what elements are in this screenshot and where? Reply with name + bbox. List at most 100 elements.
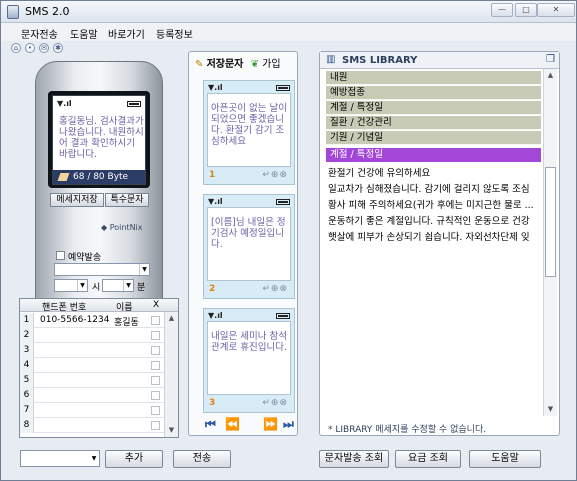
table-row[interactable]: 3: [20, 343, 164, 358]
library-message[interactable]: 일교차가 심해졌습니다. 감기에 걸리지 않도록 조심: [328, 181, 542, 195]
saved-messages-panel: ✎ 저장문자 ❦ 가입 ▼.ıl 아픈곳이 없는 날이 되었으면 좋겠습니다. …: [188, 51, 298, 436]
table-row[interactable]: 1 010-5566-1234 홍길동: [20, 313, 164, 328]
byte-counter-text: 68 / 80 Byte: [73, 172, 129, 182]
battery-icon: [276, 313, 290, 319]
reserve-date-select[interactable]: ▼: [54, 263, 150, 276]
table-scrollbar[interactable]: ▲ ▼: [164, 312, 178, 437]
battery-icon: [127, 101, 141, 107]
saved-tabs: ✎ 저장문자 ❦ 가입: [195, 55, 281, 70]
sms-library-panel: ▥ SMS LIBRARY ❐ 내원 예방접종 계절 / 특정일 질환 / 건강…: [319, 51, 560, 436]
saved-message-card[interactable]: ▼.ıl 아픈곳이 없는 날이 되었으면 좋겠습니다. 환절기 감기 조심하세요…: [203, 80, 295, 185]
table-row[interactable]: 2: [20, 328, 164, 343]
delete-checkbox[interactable]: [151, 346, 160, 355]
user-icon[interactable]: •: [25, 43, 35, 53]
library-title: SMS LIBRARY: [342, 55, 418, 66]
close-button[interactable]: ✕: [537, 3, 575, 17]
prev-page-icon[interactable]: ⏪: [225, 417, 240, 431]
table-row[interactable]: 6: [20, 388, 164, 403]
delete-checkbox[interactable]: [151, 361, 160, 370]
byte-counter: 68 / 80 Byte: [53, 170, 145, 184]
fee-inquiry-button[interactable]: 요금 조회: [395, 450, 461, 468]
last-page-icon[interactable]: ⏭: [283, 417, 294, 432]
library-scrollbar[interactable]: ▲ ▼: [543, 69, 557, 416]
name-cell[interactable]: 홍길동: [114, 315, 139, 328]
row-number: 6: [20, 388, 34, 403]
home-icon[interactable]: ⌂: [11, 43, 21, 53]
minute-select[interactable]: ▼: [102, 279, 134, 292]
library-message[interactable]: 햇살에 피부가 손상되기 쉽습니다. 자외선차단제 잊: [328, 229, 542, 243]
delete-checkbox[interactable]: [151, 406, 160, 415]
library-note: * LIBRARY 메세지를 수정할 수 없습니다.: [328, 425, 487, 435]
delete-checkbox[interactable]: [151, 421, 160, 430]
column-name: 이름: [116, 303, 133, 313]
hour-select[interactable]: ▼: [54, 279, 88, 292]
help-button[interactable]: 도움말: [469, 450, 541, 468]
delete-checkbox[interactable]: [151, 331, 160, 340]
library-category[interactable]: 기원 / 기념일: [326, 131, 541, 145]
special-char-button[interactable]: 특수문자: [105, 193, 149, 207]
row-number: 7: [20, 403, 34, 418]
library-category[interactable]: 예방접종: [326, 86, 541, 100]
saved-message-card[interactable]: ▼.ıl [이름]님 내일은 정기검사 예정일입니다. 2 ↵⊕⊗: [203, 194, 295, 299]
group-select[interactable]: ▼: [20, 450, 100, 467]
send-button[interactable]: 전송: [173, 450, 231, 468]
library-category[interactable]: 질환 / 건강관리: [326, 116, 541, 130]
tab-saved[interactable]: 저장문자: [207, 59, 244, 70]
book-icon: ▥: [326, 54, 336, 65]
sent-history-button[interactable]: 문자발송 조회: [319, 450, 389, 468]
delete-checkbox[interactable]: [151, 316, 160, 325]
message-actions[interactable]: ↵⊕⊗: [262, 170, 288, 180]
library-category[interactable]: 내원: [326, 71, 541, 85]
library-category[interactable]: 계절 / 특정일: [326, 101, 541, 115]
maximize-button[interactable]: □: [515, 3, 537, 17]
library-message[interactable]: 환절기 건강에 유의하세요: [328, 165, 542, 179]
scroll-thumb[interactable]: [545, 167, 556, 277]
tab-join[interactable]: 가입: [262, 59, 280, 70]
menu-properties[interactable]: 등록정보: [156, 26, 193, 41]
library-selected-category[interactable]: 계절 / 특정일: [326, 148, 541, 162]
phone-screen[interactable]: ▼.ıl 홍길동님. 검사결과가 나왔습니다. 내원하시어 결과 확인하시기 바…: [52, 95, 146, 185]
save-message-button[interactable]: 메세지저장: [50, 193, 104, 207]
library-message[interactable]: 운동하기 좋은 계절입니다. 규칙적인 운동으로 건강: [328, 213, 542, 227]
reserve-checkbox[interactable]: [56, 251, 65, 260]
signal-icon: ▼.ıl: [208, 197, 223, 206]
library-header: ▥ SMS LIBRARY ❐: [320, 52, 559, 69]
scroll-up-icon[interactable]: ▲: [166, 313, 177, 324]
table-row[interactable]: 5: [20, 373, 164, 388]
table-row[interactable]: 8: [20, 418, 164, 433]
scroll-down-icon[interactable]: ▼: [166, 425, 177, 436]
row-number: 5: [20, 373, 34, 388]
row-number: 3: [20, 343, 34, 358]
scroll-down-icon[interactable]: ▼: [545, 404, 556, 415]
minimize-button[interactable]: —: [491, 3, 513, 17]
menu-help[interactable]: 도움말: [70, 26, 98, 41]
row-number: 4: [20, 358, 34, 373]
next-page-icon[interactable]: ⏩: [263, 417, 278, 431]
signal-icon: ▼.ıl: [208, 83, 223, 92]
phone-cell[interactable]: 010-5566-1234: [40, 315, 109, 325]
phone-app-icon: [7, 5, 19, 19]
table-row[interactable]: 7: [20, 403, 164, 418]
title-bar: SMS 2.0 — □ ✕: [1, 1, 576, 23]
add-button[interactable]: 추가: [105, 450, 163, 468]
message-actions[interactable]: ↵⊕⊗: [262, 398, 288, 408]
delete-checkbox[interactable]: [151, 391, 160, 400]
saved-message-card[interactable]: ▼.ıl 내일은 세미나 참석관계로 휴진입니다. 3 ↵⊕⊗: [203, 308, 295, 413]
delete-checkbox[interactable]: [151, 376, 160, 385]
first-page-icon[interactable]: ⏮: [205, 417, 216, 432]
library-message[interactable]: 황사 피해 주의하세요(귀가 후에는 미지근한 물로 ...: [328, 197, 542, 211]
row-number: 8: [20, 418, 34, 433]
message-icon[interactable]: ✉: [39, 43, 49, 53]
settings-icon[interactable]: ✱: [53, 43, 63, 53]
column-delete: X: [153, 300, 160, 310]
menu-send[interactable]: 문자전송: [21, 26, 58, 41]
row-number: 2: [20, 328, 34, 343]
reserve-label: 예약발송: [68, 253, 102, 263]
menu-shortcut[interactable]: 바로가기: [108, 26, 145, 41]
message-actions[interactable]: ↵⊕⊗: [262, 284, 288, 294]
battery-icon: [276, 85, 290, 91]
window-icon[interactable]: ❐: [546, 54, 555, 65]
scroll-up-icon[interactable]: ▲: [545, 70, 556, 81]
table-row[interactable]: 4: [20, 358, 164, 373]
message-preview: 내일은 세미나 참석관계로 휴진입니다.: [207, 321, 291, 395]
